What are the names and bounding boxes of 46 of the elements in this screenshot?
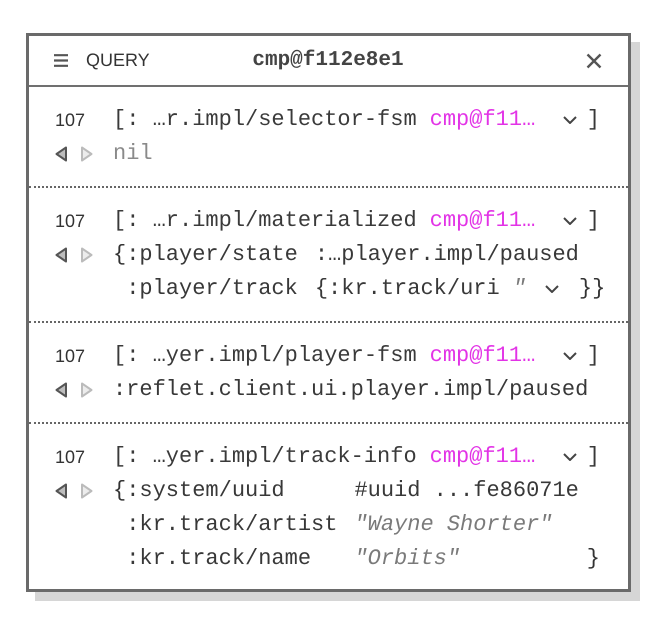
value-text: :…player.impl/paused [314,241,579,269]
map-key: :kr.track/name [126,542,338,576]
value-text: :reflet.client.ui.player.impl/paused [113,376,588,404]
chevron-down-icon[interactable] [562,217,577,225]
map-key: :player/state [126,238,298,272]
bracket-text: ] [586,106,600,134]
query-text: [: …yer.impl/player-fsm [113,342,417,370]
bracket-text: ] [586,207,600,235]
value-text: {:kr.track/uri [314,275,500,303]
chevron-down-icon[interactable] [562,352,577,360]
bracket-text: ] [586,342,600,370]
query-text: [: …r.impl/selector-fsm [113,106,417,134]
component-id: cmp@f11… [430,106,536,134]
query-text: [: …r.impl/materialized [113,207,417,235]
value-text: #uuid ...fe86071e [354,477,579,505]
panel-title: cmp@f112e8e1 [252,49,404,72]
map-key: :system/uuid [126,474,338,508]
count-text: 107 [55,446,86,469]
bracket-text: ] [586,443,600,471]
chevron-down-icon[interactable] [562,116,577,124]
count-text: 107 [55,109,86,132]
count-text: 107 [55,345,86,368]
value-text: nil [113,140,153,168]
menu-icon[interactable] [54,54,68,67]
left-triangle-icon[interactable] [55,247,67,263]
brace-text: } [586,545,600,573]
map-key: :kr.track/artist [126,508,338,542]
component-id: cmp@f11… [430,443,536,471]
panel-label: QUERY [86,50,150,71]
chevron-down-icon[interactable] [562,453,577,461]
close-icon[interactable] [586,52,602,68]
left-triangle-icon[interactable] [55,483,67,499]
value-text: "Orbits" [354,545,460,573]
brace-text: }} [578,275,606,303]
query-text: [: …yer.impl/track-info [113,443,417,471]
brace-text: { [113,241,126,269]
chevron-down-icon[interactable] [544,285,559,293]
count-text: 107 [55,210,86,233]
value-text: "Wayne Shorter" [354,511,552,539]
map-key: :player/track [126,272,298,306]
left-triangle-icon[interactable] [55,382,67,398]
brace-text: { [113,477,126,505]
component-id: cmp@f11… [430,207,536,235]
value-text: " [512,275,526,303]
left-triangle-icon[interactable] [55,146,67,162]
component-id: cmp@f11… [430,342,536,370]
